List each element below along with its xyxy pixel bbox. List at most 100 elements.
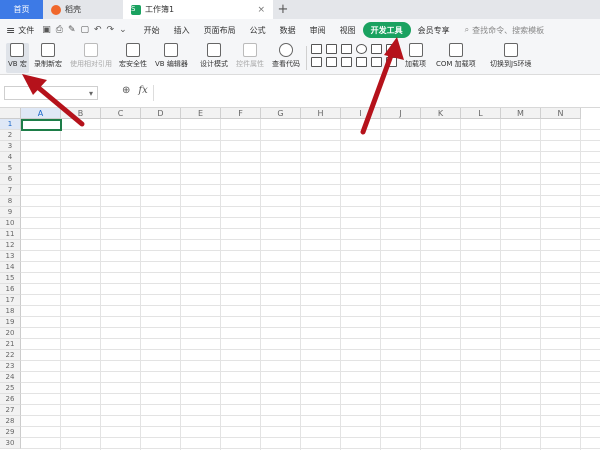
control-properties-button[interactable]: 控件属性: [236, 43, 264, 73]
formula-input[interactable]: [153, 85, 600, 101]
zoom-icon[interactable]: ⊕: [122, 85, 130, 96]
row-header-2[interactable]: 2: [0, 130, 21, 141]
menu-insert[interactable]: 插入: [167, 22, 197, 38]
save-icon[interactable]: ▣: [42, 25, 51, 35]
row-header-4[interactable]: 4: [0, 152, 21, 163]
row-header-1[interactable]: 1: [0, 119, 21, 130]
undo-icon[interactable]: ↶: [94, 25, 102, 35]
column-header-f[interactable]: F: [221, 108, 261, 119]
row-header-17[interactable]: 17: [0, 295, 21, 306]
menu-review[interactable]: 审阅: [303, 22, 333, 38]
design-mode-button[interactable]: 设计模式: [200, 43, 228, 73]
listbox-control-icon[interactable]: [371, 44, 382, 54]
redo-icon[interactable]: ↷: [107, 25, 115, 35]
name-box[interactable]: ▾: [4, 86, 98, 100]
row-header-22[interactable]: 22: [0, 350, 21, 361]
column-header-k[interactable]: K: [421, 108, 461, 119]
tab-daoke[interactable]: 稻壳: [43, 0, 123, 19]
addins-button[interactable]: 加载项: [405, 43, 426, 73]
relative-reference-button[interactable]: 使用相对引用: [70, 43, 112, 73]
label-control-icon[interactable]: [326, 44, 337, 54]
vb-macro-button[interactable]: VB 宏: [6, 43, 29, 73]
menu-start[interactable]: 开始: [137, 22, 167, 38]
row-header-11[interactable]: 11: [0, 229, 21, 240]
row-header-7[interactable]: 7: [0, 185, 21, 196]
row-header-15[interactable]: 15: [0, 273, 21, 284]
menu-view[interactable]: 视图: [333, 22, 363, 38]
row-header-30[interactable]: 30: [0, 438, 21, 449]
column-header-j[interactable]: J: [381, 108, 421, 119]
checkbox-control-icon[interactable]: [311, 44, 322, 54]
column-header-n[interactable]: N: [541, 108, 581, 119]
spinner-control-icon[interactable]: [386, 57, 397, 67]
row-header-8[interactable]: 8: [0, 196, 21, 207]
row-header-9[interactable]: 9: [0, 207, 21, 218]
row-header-10[interactable]: 10: [0, 218, 21, 229]
command-search[interactable]: ⌕ 查找命令、搜索模板: [465, 25, 544, 36]
file-menu[interactable]: ≡ 文件: [6, 24, 34, 37]
menu-formulas[interactable]: 公式: [243, 22, 273, 38]
active-cell-a1[interactable]: [21, 119, 62, 131]
row-header-12[interactable]: 12: [0, 240, 21, 251]
toggle-control-icon[interactable]: [371, 57, 382, 67]
com-addins-button[interactable]: COM 加载项: [436, 43, 476, 73]
chevron-down-icon[interactable]: ▾: [89, 89, 93, 98]
close-tab-icon[interactable]: ×: [257, 5, 265, 15]
image-control-icon[interactable]: [356, 57, 367, 67]
format-painter-icon[interactable]: ✎: [68, 25, 76, 35]
scrollbar-control-icon[interactable]: [341, 57, 352, 67]
tab-workbook[interactable]: S 工作簿1 ×: [123, 0, 273, 19]
row-header-26[interactable]: 26: [0, 394, 21, 405]
menu-page-layout[interactable]: 页面布局: [197, 22, 243, 38]
row-header-20[interactable]: 20: [0, 328, 21, 339]
column-header-d[interactable]: D: [141, 108, 181, 119]
row-header-24[interactable]: 24: [0, 372, 21, 383]
textbox-control-icon[interactable]: [341, 44, 352, 54]
row-header-19[interactable]: 19: [0, 317, 21, 328]
radio-control-icon[interactable]: [356, 44, 367, 54]
frame-control-icon[interactable]: [326, 57, 337, 67]
column-header-i[interactable]: I: [341, 108, 381, 119]
select-all-corner[interactable]: [0, 108, 21, 119]
row-header-18[interactable]: 18: [0, 306, 21, 317]
column-header-l[interactable]: L: [461, 108, 501, 119]
row-header-5[interactable]: 5: [0, 163, 21, 174]
row-header-25[interactable]: 25: [0, 383, 21, 394]
print-preview-icon[interactable]: ▢: [80, 25, 89, 35]
row-header-16[interactable]: 16: [0, 284, 21, 295]
column-header-m[interactable]: M: [501, 108, 541, 119]
fx-icon[interactable]: fx: [138, 85, 147, 96]
button-control-icon[interactable]: [311, 57, 322, 67]
column-header-a[interactable]: A: [21, 108, 61, 119]
row-header-14[interactable]: 14: [0, 262, 21, 273]
row-header-29[interactable]: 29: [0, 427, 21, 438]
formula-bar: ▾ ⊕ fx: [0, 75, 600, 108]
print-icon[interactable]: ⎙: [56, 25, 63, 35]
vb-editor-button[interactable]: VB 编辑器: [155, 43, 188, 73]
view-code-icon: [279, 43, 293, 57]
row-header-21[interactable]: 21: [0, 339, 21, 350]
view-code-button[interactable]: 查看代码: [272, 43, 300, 73]
row-header-3[interactable]: 3: [0, 141, 21, 152]
column-header-g[interactable]: G: [261, 108, 301, 119]
menu-member[interactable]: 会员专享: [411, 22, 457, 38]
row-header-27[interactable]: 27: [0, 405, 21, 416]
switch-js-button[interactable]: 切换到JS环境: [490, 43, 532, 73]
menu-developer-tools[interactable]: 开发工具: [362, 22, 411, 38]
column-header-h[interactable]: H: [301, 108, 341, 119]
row-header-23[interactable]: 23: [0, 361, 21, 372]
column-header-c[interactable]: C: [101, 108, 141, 119]
row-header-6[interactable]: 6: [0, 174, 21, 185]
combobox-control-icon[interactable]: [386, 44, 397, 54]
column-header-e[interactable]: E: [181, 108, 221, 119]
chevron-down-icon[interactable]: ⌄: [119, 25, 127, 35]
cell-area[interactable]: [21, 119, 600, 450]
new-tab-button[interactable]: +: [273, 0, 293, 19]
tab-home[interactable]: 首页: [0, 0, 43, 19]
row-header-13[interactable]: 13: [0, 251, 21, 262]
record-macro-button[interactable]: 录制新宏: [34, 43, 62, 73]
menu-data[interactable]: 数据: [273, 22, 303, 38]
row-header-28[interactable]: 28: [0, 416, 21, 427]
column-header-b[interactable]: B: [61, 108, 101, 119]
macro-security-button[interactable]: 宏安全性: [119, 43, 147, 73]
